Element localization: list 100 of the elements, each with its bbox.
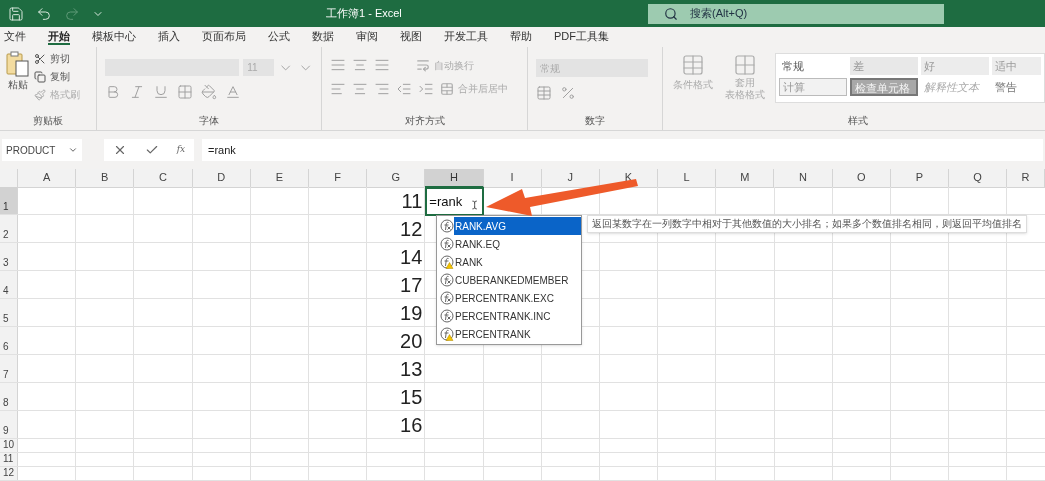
table-icon: [681, 53, 705, 77]
autocomplete-item[interactable]: RANK.EQ: [437, 235, 581, 253]
align-top-icon[interactable]: [330, 57, 346, 73]
border-icon[interactable]: [177, 84, 193, 100]
table-cell-text: 14: [399, 245, 424, 270]
paste-button[interactable]: 粘贴: [6, 51, 30, 113]
search-icon: [664, 6, 678, 21]
align-middle-icon[interactable]: [352, 57, 368, 73]
function-warning-icon: [440, 255, 454, 269]
function-icon: [440, 237, 454, 251]
row-header[interactable]: 8: [0, 383, 18, 410]
name-box[interactable]: PRODUCT: [2, 139, 82, 161]
autocomplete-item[interactable]: PERCENTRANK.INC: [437, 307, 581, 325]
column-header[interactable]: R: [1007, 169, 1045, 188]
window-title: 工作簿1 - Excel: [326, 6, 403, 22]
column-header[interactable]: B: [76, 169, 135, 188]
active-cell[interactable]: =rank: [425, 187, 484, 216]
fill-color-icon[interactable]: [201, 84, 217, 100]
align-center-icon[interactable]: [352, 81, 368, 97]
paintbrush-icon: [34, 88, 46, 101]
row-header[interactable]: 1: [0, 187, 18, 214]
column-header[interactable]: A: [18, 169, 77, 188]
italic-icon[interactable]: [129, 84, 145, 100]
menu-tab[interactable]: 插入: [158, 29, 180, 45]
group-label: 对齐方式: [403, 114, 446, 128]
undo-icon[interactable]: [36, 5, 52, 22]
enter-icon[interactable]: [144, 143, 159, 157]
function-icon: [440, 309, 454, 323]
font-color-icon[interactable]: [225, 84, 241, 100]
table-cell-text: 16: [399, 413, 424, 438]
function-icon: [440, 273, 454, 287]
grid-icon: [733, 53, 757, 77]
text-cursor-icon: [470, 197, 480, 212]
table-cell-text: 15: [399, 385, 424, 410]
row-header[interactable]: 5: [0, 299, 18, 326]
row-header[interactable]: 6: [0, 327, 18, 354]
row-header[interactable]: 12: [0, 467, 18, 480]
table-cell-text: 17: [399, 273, 424, 298]
function-tooltip: 返回某数字在一列数字中相对于其他数值的大小排名；如果多个数值排名相同，则返回平均值排名: [587, 215, 1027, 233]
row-header[interactable]: 7: [0, 355, 18, 382]
menu-tab[interactable]: 审阅: [356, 29, 378, 45]
menu-tab[interactable]: 帮助: [510, 29, 532, 45]
clipboard-icon: [6, 51, 30, 77]
menu-tab[interactable]: 文件: [4, 29, 26, 45]
menu-tab[interactable]: 开发工具: [444, 29, 488, 45]
menu-tab[interactable]: 模板中心: [92, 29, 136, 45]
increase-indent-icon[interactable]: [418, 81, 434, 97]
menu-tab[interactable]: 开始: [48, 29, 70, 45]
group-label: 剪贴板: [32, 114, 64, 128]
cut-button[interactable]: 剪切: [34, 51, 80, 66]
save-icon[interactable]: [8, 5, 24, 22]
column-header[interactable]: E: [250, 169, 309, 188]
autocomplete-item[interactable]: RANK: [437, 253, 581, 271]
column-header[interactable]: Q: [949, 169, 1008, 188]
table-cell-text: 13: [399, 357, 424, 382]
function-warning-icon: [440, 327, 454, 341]
column-header[interactable]: P: [890, 169, 949, 188]
group-label: 数字: [584, 114, 606, 128]
column-header[interactable]: O: [832, 169, 891, 188]
function-icon: [440, 219, 454, 233]
align-left-icon[interactable]: [330, 81, 346, 97]
column-header[interactable]: N: [774, 169, 833, 188]
wrap-text-icon: [416, 58, 430, 72]
row-header[interactable]: 11: [0, 453, 18, 466]
menu-tab[interactable]: PDF工具集: [554, 29, 609, 45]
function-icon: [440, 291, 454, 305]
row-header[interactable]: 4: [0, 271, 18, 298]
dropdown-icon: [68, 145, 78, 155]
autocomplete-item[interactable]: PERCENTRANK.EXC: [437, 289, 581, 307]
insert-function-button[interactable]: fx: [176, 143, 186, 157]
formula-field[interactable]: =rank: [202, 139, 1043, 161]
column-header[interactable]: L: [658, 169, 717, 188]
column-header[interactable]: I: [483, 169, 542, 188]
percent-icon[interactable]: [560, 85, 576, 101]
row-header[interactable]: 2: [0, 215, 18, 242]
bold-icon[interactable]: [105, 84, 121, 100]
redo-icon[interactable]: [64, 5, 80, 22]
column-header[interactable]: D: [192, 169, 251, 188]
row-header[interactable]: 9: [0, 411, 18, 438]
column-header[interactable]: G: [367, 169, 426, 188]
column-header[interactable]: M: [716, 169, 775, 188]
menu-tab[interactable]: 公式: [268, 29, 290, 45]
autocomplete-item[interactable]: CUBERANKEDMEMBER: [437, 271, 581, 289]
autocomplete-item[interactable]: PERCENTRANK: [437, 325, 581, 343]
copy-button[interactable]: 复制: [34, 69, 80, 84]
row-header[interactable]: 10: [0, 439, 18, 452]
align-right-icon[interactable]: [374, 81, 390, 97]
column-header[interactable]: H: [425, 169, 484, 188]
column-header[interactable]: C: [134, 169, 193, 188]
column-header[interactable]: F: [308, 169, 368, 188]
underline-icon[interactable]: [153, 84, 169, 100]
align-bottom-icon[interactable]: [374, 57, 390, 73]
menu-tab[interactable]: 数据: [312, 29, 334, 45]
row-header[interactable]: 3: [0, 243, 18, 270]
search-field[interactable]: 搜索(Alt+Q): [648, 3, 944, 24]
decrease-indent-icon[interactable]: [396, 81, 412, 97]
scissors-icon: [34, 52, 46, 65]
column-header[interactable]: J: [541, 169, 600, 188]
menu-tab[interactable]: 页面布局: [202, 29, 246, 45]
menu-tab[interactable]: 视图: [400, 29, 422, 45]
